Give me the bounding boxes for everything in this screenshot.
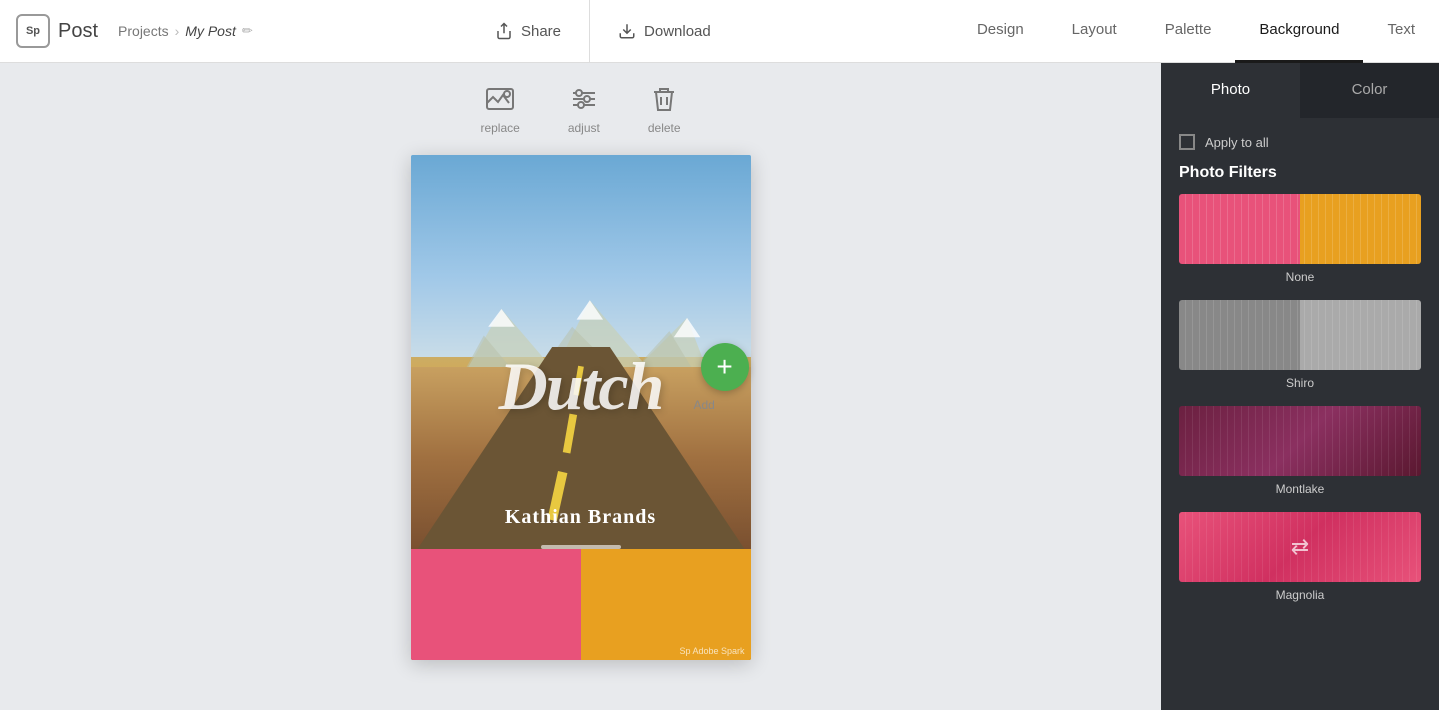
adjust-label: adjust: [568, 121, 600, 135]
apply-to-all-row: Apply to all: [1161, 118, 1439, 160]
apply-to-all-label: Apply to all: [1205, 135, 1269, 150]
filter-montlake[interactable]: Montlake: [1179, 406, 1421, 496]
header-center: Share Download: [253, 0, 953, 63]
breadcrumb-parent[interactable]: Projects: [118, 23, 169, 39]
filters-heading: Photo Filters: [1161, 160, 1439, 194]
right-panel: Photo Color Apply to all Photo Filters N…: [1161, 63, 1439, 710]
body: replace adjust: [0, 63, 1439, 710]
color-strip: [411, 549, 751, 660]
canvas-toolbar: replace adjust: [480, 83, 680, 135]
edit-icon[interactable]: ✏: [242, 23, 253, 39]
filter-montlake-label: Montlake: [1179, 482, 1421, 496]
filter-magnolia-label: Magnolia: [1179, 588, 1421, 602]
delete-button[interactable]: delete: [648, 83, 681, 135]
breadcrumb-current: My Post: [185, 23, 236, 39]
nav-text[interactable]: Text: [1363, 0, 1439, 63]
logo-icon: Sp: [16, 14, 50, 48]
strip-pink: [411, 549, 581, 660]
watermark: Sp Adobe Spark: [679, 646, 744, 656]
canvas-area: replace adjust: [0, 63, 1161, 710]
adjust-button[interactable]: adjust: [568, 83, 600, 135]
share-button[interactable]: Share: [467, 0, 590, 63]
tab-photo[interactable]: Photo: [1161, 63, 1300, 118]
filter-shiro-swatch: [1179, 300, 1421, 370]
add-label: Add: [694, 398, 715, 412]
add-button[interactable]: +: [701, 343, 749, 391]
filter-montlake-swatch: [1179, 406, 1421, 476]
filter-magnolia[interactable]: ⇄ Magnolia: [1179, 512, 1421, 602]
header-nav: Design Layout Palette Background Text: [953, 0, 1439, 63]
app-name: Post: [58, 20, 98, 43]
filter-shiro[interactable]: Shiro: [1179, 300, 1421, 390]
nav-layout[interactable]: Layout: [1048, 0, 1141, 63]
header: Sp Post Projects › My Post ✏ Share Downl…: [0, 0, 1439, 63]
strip-gold: [581, 549, 751, 660]
filter-magnolia-swatch: ⇄: [1179, 512, 1421, 582]
filter-none[interactable]: None: [1179, 194, 1421, 284]
delete-icon: [648, 83, 680, 115]
replace-button[interactable]: replace: [480, 83, 519, 135]
nav-design[interactable]: Design: [953, 0, 1048, 63]
logo-area: Sp Post: [0, 14, 114, 48]
breadcrumb-separator: ›: [175, 23, 180, 39]
tab-color[interactable]: Color: [1300, 63, 1439, 118]
brands-text: Kathian Brands: [505, 506, 656, 529]
breadcrumb: Projects › My Post ✏: [114, 23, 253, 39]
replace-icon: [484, 83, 516, 115]
shuffle-icon: ⇄: [1291, 534, 1309, 560]
share-label: Share: [521, 23, 561, 40]
nav-background[interactable]: Background: [1235, 0, 1363, 63]
filter-shiro-label: Shiro: [1179, 376, 1421, 390]
apply-to-all-checkbox[interactable]: [1179, 134, 1195, 150]
filter-none-swatch: [1179, 194, 1421, 264]
filter-none-label: None: [1179, 270, 1421, 284]
download-icon: [618, 22, 636, 40]
filters-list: None Shiro Montlake ⇄ Magnolia: [1161, 194, 1439, 710]
adjust-icon: [568, 83, 600, 115]
panel-tabs: Photo Color: [1161, 63, 1439, 118]
share-icon: [495, 22, 513, 40]
download-label: Download: [644, 23, 711, 40]
download-button[interactable]: Download: [590, 0, 739, 63]
nav-palette[interactable]: Palette: [1141, 0, 1236, 63]
delete-label: delete: [648, 121, 681, 135]
replace-label: replace: [480, 121, 519, 135]
dutch-title: Dutch: [499, 347, 663, 426]
